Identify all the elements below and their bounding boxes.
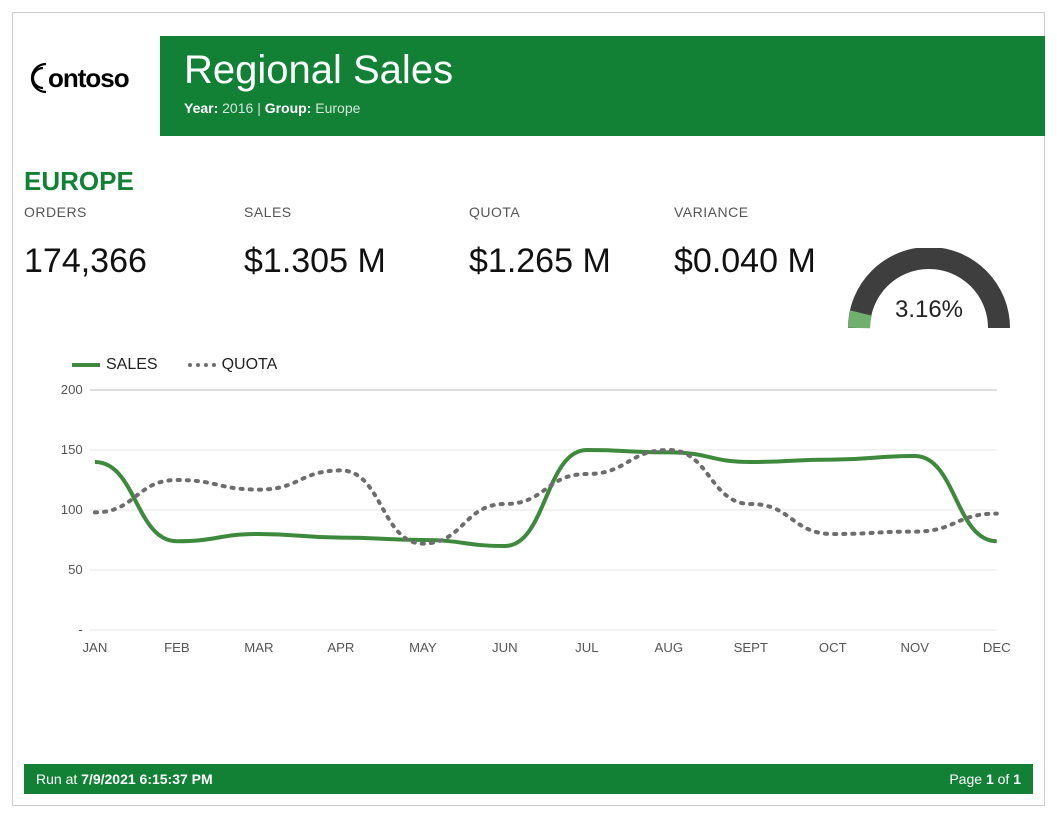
footer-page-total: 1 <box>1013 771 1021 787</box>
gauge-icon <box>839 248 1019 338</box>
legend-sales: SALES <box>72 356 158 374</box>
sales-quota-chart: SALES QUOTA - 50 100 150 200 JAN FEB MAR APR MAY J… <box>24 350 1017 680</box>
footer-run-prefix: Run at <box>36 771 77 787</box>
legend-swatch-quota-icon <box>188 363 216 367</box>
kpi-quota-value: $1.265 M <box>469 242 644 281</box>
kpi-variance-label: VARIANCE <box>674 204 859 220</box>
kpi-orders: ORDERS 174,366 <box>24 204 214 281</box>
svg-text:ontoso: ontoso <box>48 63 129 93</box>
kpi-sales-label: SALES <box>244 204 439 220</box>
chart-plot: - 50 100 150 200 JAN FEB MAR APR MAY JUN JUL AUG SEPT… <box>24 380 1017 670</box>
legend-sales-label: SALES <box>106 356 158 374</box>
header-banner: Regional Sales Year: 2016 | Group: Europ… <box>160 36 1045 136</box>
svg-text:AUG: AUG <box>655 640 684 655</box>
footer-page-prefix: Page <box>949 771 982 787</box>
variance-gauge: 3.16% <box>839 248 1019 338</box>
kpi-quota: QUOTA $1.265 M <box>469 204 644 281</box>
svg-text:JUL: JUL <box>575 640 598 655</box>
svg-text:JAN: JAN <box>82 640 107 655</box>
footer-bar: Run at 7/9/2021 6:15:37 PM Page 1 of 1 <box>24 764 1033 794</box>
footer-page: Page 1 of 1 <box>949 771 1021 787</box>
page-title: Regional Sales <box>184 48 1021 92</box>
year-label: Year: <box>184 100 218 116</box>
footer-page-of: of <box>998 771 1010 787</box>
legend-quota-label: QUOTA <box>222 356 278 374</box>
svg-text:50: 50 <box>68 562 83 577</box>
legend-swatch-sales-icon <box>72 363 100 367</box>
svg-text:OCT: OCT <box>819 640 847 655</box>
region-heading: EUROPE <box>24 166 134 197</box>
svg-text:150: 150 <box>61 442 83 457</box>
legend-quota: QUOTA <box>188 356 278 374</box>
svg-text:JUN: JUN <box>492 640 518 655</box>
svg-text:MAR: MAR <box>244 640 273 655</box>
group-value: Europe <box>315 100 360 116</box>
svg-text:100: 100 <box>61 502 83 517</box>
footer-run: Run at 7/9/2021 6:15:37 PM <box>36 771 213 787</box>
kpi-sales-value: $1.305 M <box>244 242 439 281</box>
kpi-sales: SALES $1.305 M <box>244 204 439 281</box>
kpi-orders-label: ORDERS <box>24 204 214 220</box>
kpi-variance-value: $0.040 M <box>674 242 859 281</box>
svg-text:APR: APR <box>327 640 354 655</box>
gauge-percent: 3.16% <box>839 296 1019 324</box>
group-label: Group: <box>265 100 312 116</box>
svg-text:SEPT: SEPT <box>734 640 768 655</box>
kpi-orders-value: 174,366 <box>24 242 214 281</box>
year-value: 2016 <box>222 100 253 116</box>
svg-text:-: - <box>78 622 82 637</box>
header-subtitle: Year: 2016 | Group: Europe <box>184 100 1021 116</box>
svg-text:NOV: NOV <box>900 640 929 655</box>
kpi-quota-label: QUOTA <box>469 204 644 220</box>
footer-run-at: 7/9/2021 6:15:37 PM <box>81 771 213 787</box>
kpi-variance: VARIANCE $0.040 M <box>674 204 859 281</box>
chart-legend: SALES QUOTA <box>72 356 277 374</box>
svg-text:200: 200 <box>61 382 83 397</box>
svg-text:FEB: FEB <box>164 640 190 655</box>
svg-text:MAY: MAY <box>409 640 437 655</box>
logo: ontoso <box>24 58 154 103</box>
svg-text:DEC: DEC <box>983 640 1011 655</box>
contoso-logo-icon: ontoso <box>24 58 154 98</box>
footer-page-num: 1 <box>986 771 994 787</box>
